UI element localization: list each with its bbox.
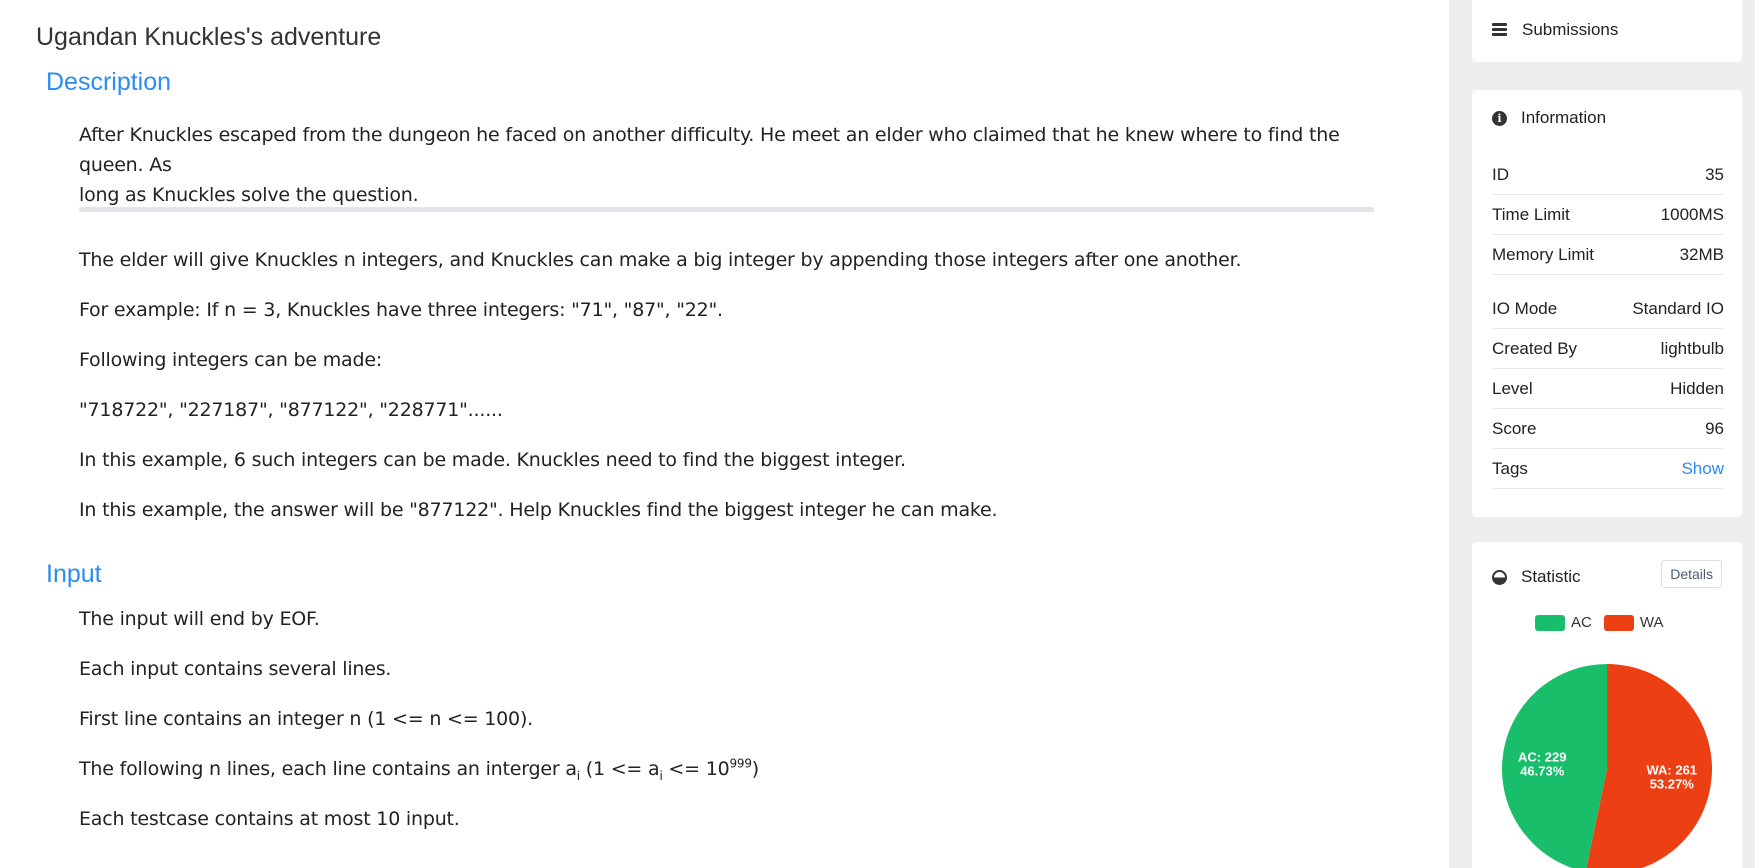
information-header: i Information <box>1492 90 1606 146</box>
text-fragment: The following <box>79 758 210 780</box>
info-icon: i <box>1492 110 1507 126</box>
info-row-level: Level Hidden <box>1492 370 1724 409</box>
superscript-exponent: 999 <box>729 756 752 771</box>
pie-label-percent-ac: 46.73% <box>1520 763 1565 778</box>
math-n: n <box>209 758 221 780</box>
math-n: n <box>429 708 442 730</box>
info-row-memory-limit: Memory Limit 32MB <box>1492 236 1724 275</box>
info-value: Standard IO <box>1632 299 1724 318</box>
problem-title: Ugandan Knuckles's adventure <box>36 23 382 51</box>
description-paragraph-3: Following integers can be made: <box>79 349 383 371</box>
statistic-card: Statistic Details AC WA WA: 261 53.27% AC:… <box>1472 542 1742 868</box>
text-fragment: (1 <= <box>361 708 430 730</box>
info-row-created-by: Created By lightbulb <box>1492 330 1724 369</box>
section-divider <box>79 207 1374 212</box>
text-fragment: First line contains an integer <box>79 708 350 730</box>
text-fragment: , Knuckles have three integers: "71", "8… <box>275 299 723 321</box>
info-label: Time Limit <box>1492 205 1570 224</box>
problem-panel: Ugandan Knuckles's adventure Description… <box>0 0 1449 868</box>
description-paragraph-1: The elder will give Knuckles n integers,… <box>79 245 1379 275</box>
input-line-2: Each input contains several lines. <box>79 658 392 680</box>
text-fragment: lines, each line contains an interger <box>220 758 566 780</box>
pie-label-percent-wa: 53.27% <box>1650 777 1695 792</box>
math-n: n <box>349 708 362 730</box>
info-label: Tags <box>1492 459 1528 478</box>
info-row-tags: Tags Show <box>1492 450 1724 489</box>
text-fragment: The elder will give Knuckles <box>79 249 344 271</box>
emphasis-text: For example: If <box>79 299 225 321</box>
sidebar: Submissions i Information ID 35 Time Lim… <box>1449 0 1755 868</box>
math-a: a <box>647 758 660 780</box>
text-fragment: (1 <= <box>579 758 648 780</box>
info-label: ID <box>1492 165 1509 184</box>
info-label: IO Mode <box>1492 299 1558 318</box>
emphasis-text: make a big integer by appending those in… <box>618 249 1242 271</box>
info-value: lightbulb <box>1660 339 1724 358</box>
description-paragraph-4: "718722", "227187", "877122", "228771"..… <box>79 399 503 421</box>
info-value: 35 <box>1705 165 1724 184</box>
pie-label-count-wa: WA: 261 <box>1646 763 1697 778</box>
submissions-link[interactable]: Submissions <box>1492 0 1618 60</box>
submissions-card[interactable]: Submissions <box>1472 0 1742 62</box>
description-heading: Description <box>46 68 172 96</box>
text-fragment: <= 100). <box>441 708 533 730</box>
info-value: 1000MS <box>1660 205 1724 224</box>
info-label: Level <box>1492 379 1533 398</box>
page: Ugandan Knuckles's adventure Description… <box>0 0 1755 868</box>
description-intro: After Knuckles escaped from the dungeon … <box>79 120 1379 210</box>
input-line-3: First line contains an integer n (1 <= n… <box>79 704 1379 734</box>
info-row-score: Score 96 <box>1492 410 1724 449</box>
info-row-time-limit: Time Limit 1000MS <box>1492 196 1724 235</box>
description-paragraph-6: In this example, the answer will be "877… <box>79 499 998 521</box>
intro-line-2: long as Knuckles solve the question. <box>79 184 419 206</box>
input-line-4: The following n lines, each line contain… <box>79 754 1379 784</box>
text-fragment: <= 10 <box>662 758 730 780</box>
info-label: Memory Limit <box>1492 245 1595 264</box>
info-row-id: ID 35 <box>1492 156 1724 195</box>
intro-line-1: After Knuckles escaped from the dungeon … <box>79 124 1340 176</box>
info-value: Hidden <box>1670 379 1724 398</box>
description-paragraph-5: In this example, 6 such integers can be … <box>79 445 1379 475</box>
math-n: n <box>343 249 356 271</box>
menu-list-icon <box>1492 22 1508 38</box>
math-n: n = 3 <box>224 299 276 321</box>
input-heading: Input <box>46 560 102 588</box>
input-line-5: Each testcase contains at most 10 input. <box>79 808 460 830</box>
information-card: i Information ID 35 Time Limit 1000MS Me… <box>1472 90 1742 517</box>
pie-chart: WA: 26153.27% AC: 22946.73% <box>1502 664 1712 868</box>
information-title: Information <box>1521 108 1607 127</box>
emphasis-text: find the biggest integer. <box>682 449 906 471</box>
submissions-label: Submissions <box>1522 20 1619 39</box>
pie-label-count-ac: AC: 229 <box>1518 749 1566 764</box>
info-value: 32MB <box>1679 245 1724 264</box>
info-row-io-mode: IO Mode Standard IO <box>1492 290 1724 329</box>
info-value: 96 <box>1705 419 1724 438</box>
text-fragment: In this example, 6 such integers can be … <box>79 449 683 471</box>
text-fragment: integers, and Knuckles can <box>355 249 619 271</box>
math-a: a <box>565 758 577 780</box>
info-label: Created By <box>1492 339 1578 358</box>
description-paragraph-2: For example: If n = 3, Knuckles have thr… <box>79 295 1379 325</box>
info-label: Score <box>1492 419 1537 438</box>
input-line-1: The input will end by EOF. <box>79 608 320 630</box>
show-tags-link[interactable]: Show <box>1681 459 1724 479</box>
text-fragment: ) <box>751 758 760 780</box>
